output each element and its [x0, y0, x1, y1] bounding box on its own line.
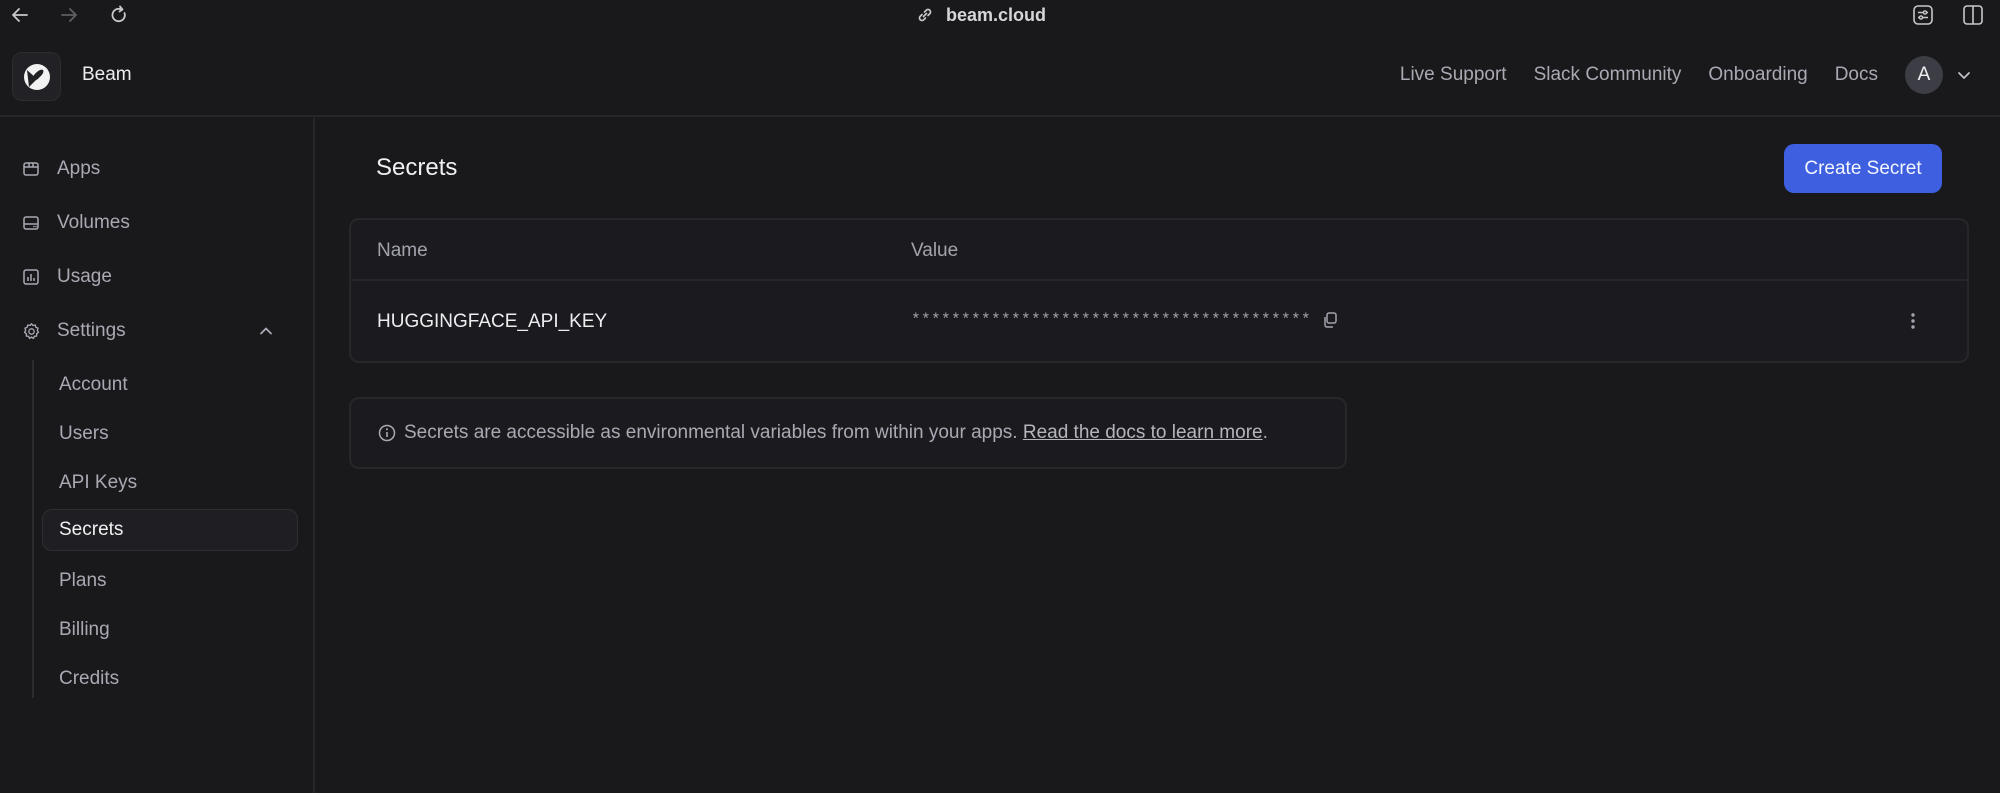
brand-name: Beam [82, 64, 132, 85]
reload-icon[interactable] [107, 3, 131, 27]
settings-subnav-line [32, 360, 34, 698]
browser-toolbar: beam.cloud [0, 0, 2000, 30]
bar-chart-icon [20, 266, 42, 288]
info-text: Secrets are accessible as environmental … [404, 422, 1268, 444]
secret-name: HUGGINGFACE_API_KEY [377, 311, 608, 332]
info-icon [378, 424, 396, 442]
app-header: Beam Live Support Slack Community Onboar… [0, 40, 2000, 117]
header-nav: Live Support Slack Community Onboarding … [1400, 55, 1973, 95]
sidebar-subitem-secrets[interactable]: Secrets [42, 509, 298, 551]
column-header-name: Name [377, 240, 428, 261]
tune-settings-icon[interactable] [1911, 3, 1935, 27]
masked-value: **************************************** [911, 311, 1312, 329]
table-header: Name Value [351, 220, 1967, 281]
sidebar-item-label: Volumes [57, 212, 130, 233]
secret-value: **************************************** [911, 311, 1339, 329]
info-message: Secrets are accessible as environmental … [404, 422, 1018, 443]
chevron-down-icon[interactable] [1955, 66, 1973, 84]
sidebar: Apps Volumes Usage Settings Account User… [0, 118, 315, 793]
info-notice: Secrets are accessible as environmental … [349, 397, 1347, 469]
info-suffix: . [1262, 422, 1268, 443]
split-view-icon[interactable] [1961, 3, 1985, 27]
sidebar-item-label: Usage [57, 266, 112, 287]
sidebar-item-usage[interactable]: Usage [20, 257, 300, 297]
chevron-up-icon[interactable] [257, 322, 275, 340]
sidebar-subitem-plans[interactable]: Plans [42, 560, 298, 602]
copy-icon[interactable] [1321, 311, 1339, 329]
beam-logo[interactable] [12, 52, 61, 101]
link-icon [916, 6, 934, 24]
read-docs-link[interactable]: Read the docs to learn more [1023, 422, 1263, 443]
onboarding-link[interactable]: Onboarding [1708, 64, 1807, 86]
column-header-value: Value [911, 240, 959, 261]
page-title: Secrets [376, 154, 458, 181]
slack-community-link[interactable]: Slack Community [1534, 64, 1682, 86]
gear-icon [20, 320, 42, 342]
sidebar-item-volumes[interactable]: Volumes [20, 203, 300, 243]
sidebar-item-apps[interactable]: Apps [20, 149, 300, 189]
address-bar[interactable]: beam.cloud [916, 4, 1046, 26]
box-icon [20, 158, 42, 180]
forward-arrow-icon[interactable] [57, 3, 81, 27]
sidebar-subitem-api-keys[interactable]: API Keys [42, 462, 298, 504]
create-secret-button[interactable]: Create Secret [1784, 144, 1942, 193]
secrets-table: Name Value HUGGINGFACE_API_KEY *********… [349, 218, 1969, 363]
docs-link[interactable]: Docs [1835, 64, 1878, 86]
url-text: beam.cloud [946, 4, 1047, 25]
sidebar-item-settings[interactable]: Settings [20, 311, 300, 351]
more-options-icon[interactable] [1903, 309, 1923, 333]
table-row: HUGGINGFACE_API_KEY ********************… [351, 282, 1967, 363]
live-support-link[interactable]: Live Support [1400, 64, 1507, 86]
sidebar-subitem-account[interactable]: Account [42, 364, 298, 406]
sidebar-subitem-billing[interactable]: Billing [42, 609, 298, 651]
sidebar-subitem-users[interactable]: Users [42, 413, 298, 455]
beam-logo-icon [23, 63, 50, 90]
hard-drive-icon [20, 212, 42, 234]
sidebar-item-label: Settings [57, 320, 126, 341]
sidebar-subitem-credits[interactable]: Credits [42, 658, 298, 700]
back-arrow-icon[interactable] [8, 3, 32, 27]
sidebar-item-label: Apps [57, 158, 101, 179]
avatar[interactable]: A [1905, 56, 1943, 94]
